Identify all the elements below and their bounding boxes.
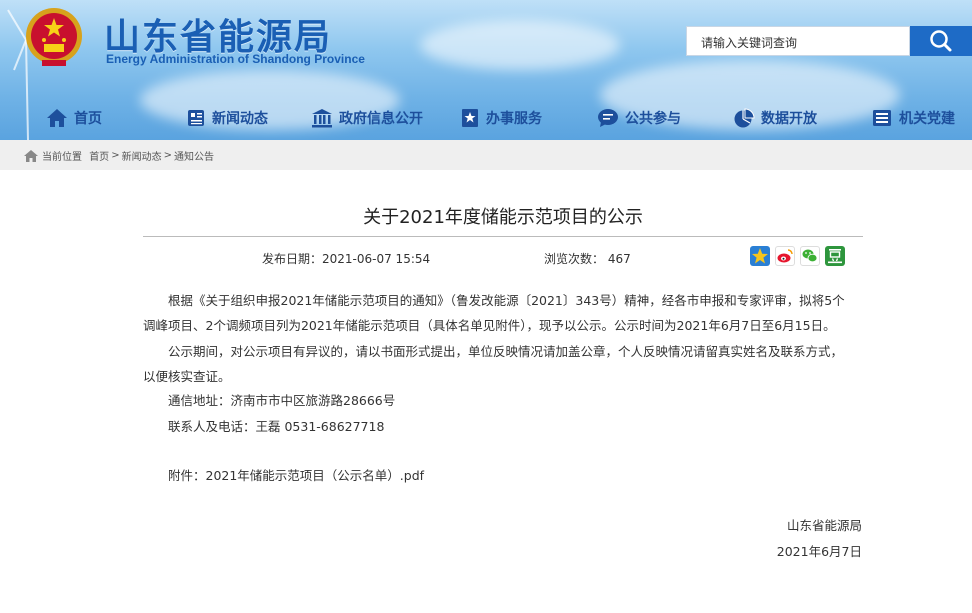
contact-phone: 联系人及电话：王磊 0531-68627718	[168, 419, 385, 434]
breadcrumb-separator: >	[111, 150, 120, 161]
signature-date: 2021年6月7日	[776, 544, 862, 559]
news-icon	[188, 110, 204, 126]
body-paragraph-2-line-2: 以便核实查证。	[143, 369, 231, 384]
breadcrumb-bar: 当前位置 首页 > 新闻动态 > 通知公告	[0, 140, 972, 170]
nav-item-gov-info[interactable]: 政府信息公开	[311, 100, 423, 136]
nav-item-public[interactable]: 公共参与	[597, 100, 681, 136]
nav-item-news[interactable]: 新闻动态	[186, 100, 268, 136]
nav-label: 机关党建	[899, 111, 955, 127]
nav-label: 首页	[74, 111, 102, 127]
breadcrumb-item-home[interactable]: 首页	[89, 148, 109, 163]
view-count: 浏览次数： 467	[544, 250, 631, 267]
party-building-icon	[873, 110, 891, 126]
body-paragraph-1-line-2: 调峰项目、2个调频项目列为2021年储能示范项目（具体名单见附件），现予以公示。…	[143, 318, 836, 333]
view-count-label: 浏览次数：	[544, 252, 605, 266]
national-emblem-icon	[26, 8, 82, 66]
douban-share-button[interactable]	[825, 246, 845, 266]
site-header: 山东省能源局 Energy Administration of Shandong…	[0, 0, 972, 140]
breadcrumb-item-notice[interactable]: 通知公告	[174, 148, 214, 163]
search-input[interactable]: 请输入关键词查询	[686, 26, 910, 56]
nav-label: 政府信息公开	[339, 111, 423, 127]
publish-date: 发布日期：2021-06-07 15:54	[262, 252, 431, 266]
view-count-value: 467	[607, 252, 631, 266]
wechat-icon	[802, 249, 818, 263]
search-icon	[930, 30, 952, 52]
nav-label: 新闻动态	[212, 111, 268, 127]
attachment-link[interactable]: 附件：2021年储能示范项目（公示名单）.pdf	[168, 465, 424, 484]
body-paragraph-1-line-1: 根据《关于组织申报2021年储能示范项目的通知》（鲁发改能源〔2021〕343号…	[168, 293, 845, 308]
contact-address: 通信地址：济南市市中区旅游路28666号	[168, 393, 396, 408]
service-icon	[462, 109, 478, 127]
home-icon	[47, 109, 67, 127]
weibo-share-button[interactable]	[775, 246, 795, 266]
nav-label: 办事服务	[486, 111, 542, 127]
wechat-share-button[interactable]	[800, 246, 820, 266]
nav-label: 公共参与	[625, 111, 681, 127]
breadcrumb-item-news[interactable]: 新闻动态	[122, 148, 162, 163]
qzone-icon	[752, 248, 768, 264]
chat-icon	[598, 109, 618, 127]
breadcrumb-prefix: 当前位置	[42, 152, 82, 163]
main-nav: 首页 新闻动态 政府信息公开 办事服务 公共参与 数据开放 机关党建	[0, 100, 972, 136]
nav-label: 数据开放	[761, 111, 817, 127]
nav-item-data[interactable]: 数据开放	[733, 100, 817, 136]
breadcrumb: 当前位置 首页 > 新闻动态 > 通知公告	[24, 148, 216, 163]
douban-icon	[828, 249, 842, 264]
search-button[interactable]	[910, 26, 972, 56]
article-title: 关于2021年度储能示范项目的公示	[363, 207, 643, 228]
breadcrumb-separator: >	[163, 150, 172, 161]
header-cloud	[420, 20, 620, 70]
government-building-icon	[312, 109, 332, 128]
site-subtitle: Energy Administration of Shandong Provin…	[106, 52, 365, 66]
pie-chart-icon	[734, 108, 755, 128]
weibo-icon	[777, 249, 793, 263]
body-paragraph-2-line-1: 公示期间，对公示项目有异议的，请以书面形式提出，单位反映情况请加盖公章，个人反映…	[168, 344, 844, 359]
nav-item-home[interactable]: 首页	[46, 100, 102, 136]
nav-item-party[interactable]: 机关党建	[871, 100, 955, 136]
title-divider	[143, 236, 863, 237]
nav-item-services[interactable]: 办事服务	[460, 100, 542, 136]
qzone-share-button[interactable]	[750, 246, 770, 266]
signature-org: 山东省能源局	[786, 518, 862, 533]
home-icon	[24, 149, 38, 162]
